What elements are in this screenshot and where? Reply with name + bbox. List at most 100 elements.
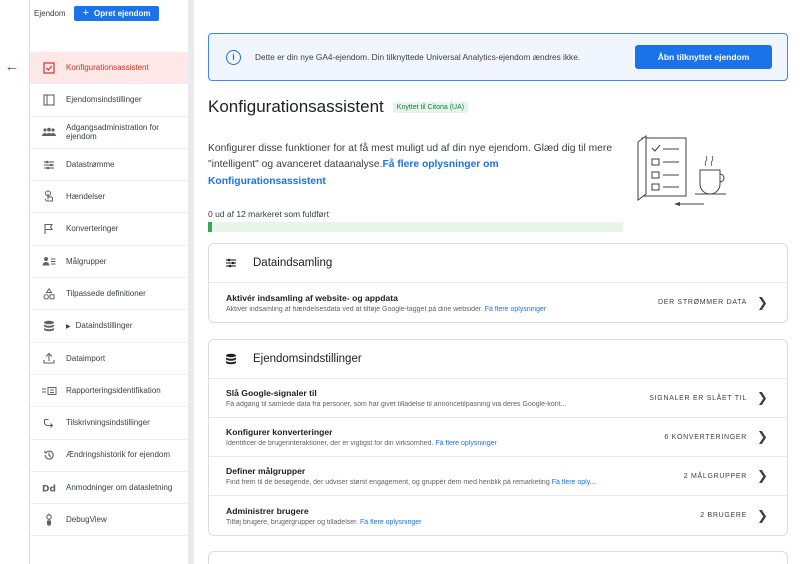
title-row: Konfigurationsassistent Knyttet til Cito… (208, 97, 469, 117)
progress-text: 0 ud af 12 markeret som fuldført (208, 209, 329, 219)
shapes-icon (41, 287, 57, 300)
attribution-icon (41, 417, 57, 429)
create-property-label: Opret ejendom (94, 9, 151, 18)
property-header: Ejendom + Opret ejendom (34, 6, 160, 21)
sidebar-item-label: Dataimport (66, 353, 106, 363)
chevron-right-icon[interactable]: ❯ (757, 508, 768, 524)
task-description-text: Tilføj brugere, brugergrupper og tillade… (226, 518, 359, 526)
task-title: Konfigurer konverteringer (226, 427, 333, 437)
sidebar-item-6[interactable]: Konverteringer (30, 213, 188, 246)
touch-icon (41, 190, 57, 203)
task-learn-more-link[interactable]: Få flere oplysninger (435, 440, 496, 447)
task-row[interactable]: Konfigurer konverteringer Identificer de … (209, 418, 787, 457)
flag-icon (41, 223, 57, 235)
checklist-icon (41, 62, 57, 74)
task-description: Tilføj brugere, brugergrupper og tillade… (226, 519, 690, 526)
task-title: Administrer brugere (226, 505, 309, 516)
task-row[interactable]: Aktivér indsamling af website- og appdat… (209, 283, 787, 322)
chevron-right-icon[interactable]: ❯ (757, 429, 768, 445)
sidebar-item-10[interactable]: Dataimport (30, 343, 188, 375)
progress-fill (208, 222, 213, 232)
task-description: Få adgang til samlede data fra personer,… (226, 401, 639, 408)
task-text: Administrer brugere Tilføj brugere, bruge… (226, 506, 690, 526)
open-linked-property-button[interactable]: Åbn tilknyttet ejendom (635, 45, 772, 69)
sidebar-item-14[interactable]: Dd Anmodninger om datasletning (30, 472, 188, 505)
task-text: Definer målgrupper Find frem til de besøg… (226, 466, 674, 486)
sidebar-item-label: Anmodninger om datasletning (66, 482, 173, 492)
task-row[interactable]: Administrer brugere Tilføj brugere, bruge… (209, 496, 787, 535)
task-description-text: Få adgang til samlede data fra personer,… (226, 401, 567, 408)
left-rail: ← (0, 0, 30, 564)
sidebar-item-label: Datastrømme (66, 159, 115, 169)
data-streams-icon (223, 257, 239, 269)
chevron-right-icon[interactable]: ❯ (757, 390, 768, 406)
sidebar-item-12[interactable]: Tilskrivningsindstillinger (30, 407, 188, 440)
settings-card: Ejendomsindstillinger Slå Google-signaler… (208, 339, 788, 536)
back-arrow-icon[interactable]: ← (2, 58, 22, 76)
sidebar-item-label: Adgangsadministration for ejendom (66, 122, 159, 142)
sidebar-item-5[interactable]: Hændelser (30, 181, 188, 214)
sidebar-item-2[interactable]: Ejendomsindstillinger (30, 84, 188, 117)
task-learn-more-link[interactable]: Få flere oplysninger (360, 519, 421, 526)
expand-triangle-icon[interactable]: ▶ (66, 323, 71, 330)
plus-icon: + (82, 7, 90, 19)
task-description: Aktivér indsamling af hændelsesdata ved … (226, 306, 648, 313)
sidebar-item-label: Hændelser (66, 192, 106, 202)
task-title: Definer målgrupper (226, 466, 306, 476)
task-row[interactable]: Slå Google-signaler til Få adgang til sam… (209, 379, 787, 418)
create-property-button[interactable]: + Opret ejendom (73, 6, 160, 21)
task-status: SIGNALER ER SLÅET TIL (649, 394, 747, 402)
sidebar-item-label: Målgrupper (66, 256, 107, 266)
sidebar-item-1[interactable]: Konfigurationsassistent (30, 52, 188, 85)
card-header: Ejendomsindstillinger (209, 340, 787, 379)
task-description-text: Identificer de brugerinteraktioner, der … (226, 440, 434, 447)
history-icon (41, 449, 57, 461)
audience-icon (41, 256, 57, 266)
sidebar-item-label: Ejendomsindstillinger (66, 95, 142, 105)
sidebar-item-label: Tilskrivningsindstillinger (66, 418, 150, 428)
upload-icon (41, 352, 57, 364)
chevron-right-icon[interactable]: ❯ (757, 295, 768, 311)
main-content: i Dette er din nye GA4-ejendom. Din tilk… (194, 0, 802, 564)
task-text: Konfigurer konverteringer Identificer de … (226, 427, 654, 447)
linked-badge: Knyttet til Citona (UA) (392, 101, 469, 113)
sidebar-item-4[interactable]: Datastrømme (30, 149, 188, 182)
task-description: Identificer de brugerinteraktioner, der … (226, 440, 654, 447)
task-row[interactable]: Definer målgrupper Find frem til de besøg… (209, 457, 787, 496)
sidebar-item-3[interactable]: Adgangsadministration for ejendom (30, 117, 188, 149)
sidebar-item-13[interactable]: Ændringshistorik for ejendom (30, 440, 188, 472)
property-label: Ejendom (34, 9, 66, 18)
banner-text: Dette er din nye GA4-ejendom. Din tilkny… (255, 51, 581, 62)
sidebar-item-15[interactable]: DebugView (30, 504, 188, 537)
sidebar-item-label: Ændringshistorik for ejendom (66, 450, 171, 460)
database-icon (223, 353, 239, 365)
sidebar-item-7[interactable]: Målgrupper (30, 246, 188, 279)
intro-text: Konfigurer disse funktioner for at få me… (208, 141, 618, 190)
card-title: Ejendomsindstillinger (253, 353, 362, 365)
task-status: 2 MÅLGRUPPER (683, 472, 747, 480)
task-status: DER STRØMMER DATA (657, 299, 747, 306)
report-id-icon (41, 386, 57, 396)
sidebar-item-label: Rapporteringsidentifikation (66, 385, 161, 395)
settings-panel-icon (41, 94, 57, 106)
sidebar-item-11[interactable]: Rapporteringsidentifikation (30, 375, 188, 408)
svg-text:Dd: Dd (42, 484, 56, 493)
sidebar-nav: Konfigurationsassistent Ejendomsindstilli… (30, 52, 188, 537)
sidebar-item-8[interactable]: Tilpassede definitioner (30, 278, 188, 311)
task-learn-more-link[interactable]: Få flere oplysninger (485, 306, 546, 313)
chevron-right-icon[interactable]: ❯ (757, 468, 768, 484)
task-description: Find frem til de besøgende, der udviser … (226, 479, 674, 486)
task-learn-more-link[interactable]: Få flere oply... (552, 479, 596, 486)
task-text: Aktivér indsamling af website- og appdat… (226, 293, 648, 313)
sidebar-item-9[interactable]: ▶ Dataindstillinger (30, 310, 188, 343)
info-icon: i (226, 49, 241, 65)
admin-sidebar: Ejendom + Opret ejendom Konfigurationsas… (30, 0, 188, 564)
sidebar-item-label: Tilpassede definitioner (66, 288, 146, 298)
task-title: Slå Google-signaler til (226, 388, 317, 398)
page-title: Konfigurationsassistent (208, 97, 384, 116)
sidebar-item-label: Konfigurationsassistent (66, 62, 149, 72)
card-title: Dataindsamling (253, 257, 333, 269)
checklist-illustration-icon (637, 135, 726, 206)
debug-icon (41, 513, 57, 527)
task-status: 2 BRUGERE (700, 512, 747, 519)
